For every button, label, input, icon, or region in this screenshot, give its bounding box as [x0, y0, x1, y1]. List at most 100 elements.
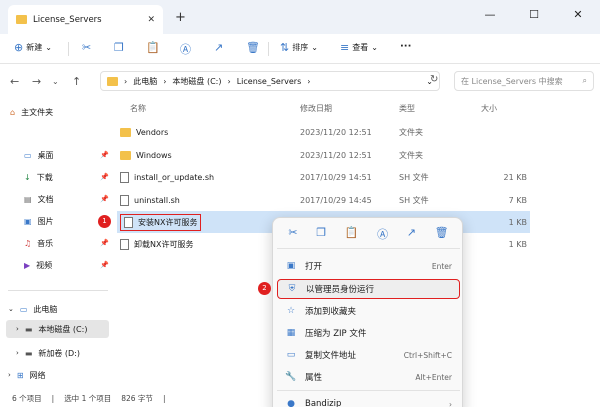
sidebar-item-network[interactable]: › ⊞ 网络	[8, 368, 46, 382]
breadcrumb-drive-c[interactable]: 本地磁盘 (C:)	[172, 76, 221, 87]
sidebar-item-downloads[interactable]: ↓ 下载 📌	[24, 170, 109, 184]
status-selected: 选中 1 个项目	[64, 394, 112, 403]
sidebar-item-music[interactable]: ♫ 音乐 📌	[24, 236, 109, 250]
back-arrow-icon[interactable]: ←	[10, 75, 19, 88]
folder-icon	[120, 150, 131, 160]
rename-icon[interactable]: Ⓐ	[377, 226, 388, 242]
script-file-icon	[124, 216, 133, 228]
pin-icon[interactable]: 📌	[100, 195, 109, 203]
breadcrumb-license-servers[interactable]: License_Servers	[237, 77, 302, 86]
chevron-right-icon[interactable]: ›	[16, 349, 19, 357]
minimize-button[interactable]: —	[468, 0, 512, 30]
sidebar-item-label: 本地磁盘 (C:)	[38, 324, 88, 334]
sort-icon: ⇅	[280, 41, 290, 54]
menu-item-label: 打开	[305, 262, 323, 272]
file-size: 21 KB	[503, 172, 527, 182]
copy-icon[interactable]: ❐	[114, 41, 124, 54]
column-header-name[interactable]: 名称	[130, 103, 146, 114]
share-icon[interactable]: ↗	[407, 226, 416, 242]
sidebar-item-documents[interactable]: ▤ 文档 📌	[24, 192, 109, 206]
pin-icon[interactable]: 📌	[100, 173, 109, 181]
chevron-right-icon: ›	[227, 76, 231, 86]
view-button[interactable]: ≡ 查看 ⌄	[340, 41, 378, 54]
status-item-count: 6 个项目	[12, 394, 42, 403]
sidebar-item-drive-d[interactable]: › ▬ 新加卷 (D:)	[16, 346, 80, 360]
menu-item-label: 添加到收藏夹	[305, 307, 357, 317]
menu-item-shortcut: Enter	[431, 261, 452, 271]
column-header-date[interactable]: 修改日期	[300, 103, 332, 114]
cut-icon[interactable]: ✂	[288, 226, 297, 242]
file-row-uninstall[interactable]: uninstall.sh 2017/10/29 14:45 SH 文件 7 KB	[117, 189, 530, 211]
file-row-install[interactable]: install_or_update.sh 2017/10/29 14:51 SH…	[117, 166, 530, 188]
sidebar-item-label: 新加卷 (D:)	[38, 348, 81, 358]
pin-icon[interactable]: 📌	[100, 151, 109, 159]
sidebar-item-label: 视频	[36, 260, 53, 270]
delete-icon[interactable]: 🗑	[246, 41, 260, 54]
close-button[interactable]: ✕	[556, 0, 600, 30]
sidebar-item-desktop[interactable]: ▭ 桌面 📌	[24, 148, 109, 162]
new-tab-button[interactable]: +	[175, 10, 186, 25]
cut-icon[interactable]: ✂	[82, 41, 91, 54]
copy-icon[interactable]: ❐	[316, 226, 326, 242]
menu-item-zip[interactable]: ▦ 压缩为 ZIP 文件	[277, 323, 460, 343]
divider	[68, 42, 69, 56]
file-row-windows[interactable]: Windows 2023/11/20 12:51 文件夹	[117, 144, 530, 166]
search-icon: ⌕	[582, 76, 587, 85]
sidebar-item-home[interactable]: ⌂ 主文件夹	[10, 105, 53, 119]
chevron-down-icon[interactable]: ⌄	[8, 305, 14, 313]
view-icon: ≡	[340, 41, 350, 54]
status-size: 826 字节	[121, 394, 153, 403]
home-icon: ⌂	[10, 107, 16, 117]
breadcrumb-this-pc[interactable]: 此电脑	[133, 76, 157, 87]
pin-icon[interactable]: 📌	[100, 261, 109, 269]
sidebar-item-label: 此电脑	[33, 304, 58, 314]
file-type: SH 文件	[399, 195, 429, 205]
file-size: 7 KB	[508, 195, 527, 205]
sidebar-item-label: 音乐	[37, 238, 54, 248]
column-header-type[interactable]: 类型	[399, 103, 415, 114]
file-type: 文件夹	[399, 150, 423, 160]
chevron-right-icon: ›	[124, 76, 128, 86]
menu-item-copy-path[interactable]: ▭ 复制文件地址 Ctrl+Shift+C	[277, 345, 460, 365]
column-header-size[interactable]: 大小	[481, 103, 497, 114]
file-name: Windows	[136, 150, 172, 160]
up-arrow-icon[interactable]: ↑	[72, 75, 81, 88]
menu-item-run-as-admin[interactable]: ⛨ 以管理员身份运行	[277, 279, 460, 299]
forward-arrow-icon[interactable]: →	[32, 75, 41, 88]
sidebar-item-this-pc[interactable]: ⌄ ▭ 此电脑	[8, 302, 57, 316]
computer-icon: ▭	[19, 304, 28, 314]
pin-icon[interactable]: 📌	[100, 239, 109, 247]
share-icon[interactable]: ↗	[214, 41, 223, 54]
maximize-button[interactable]: ☐	[512, 0, 556, 30]
menu-item-open[interactable]: ▣ 打开 Enter	[277, 256, 460, 276]
paste-icon[interactable]: 📋	[345, 226, 359, 242]
new-button[interactable]: ⊕ 新建 ⌄	[14, 41, 52, 54]
more-options-button[interactable]: ···	[400, 41, 411, 52]
refresh-icon[interactable]: ↻	[430, 74, 438, 85]
sidebar-item-pictures[interactable]: ▣ 图片 📌	[24, 214, 109, 228]
step-badge-1: 1	[98, 215, 111, 228]
zip-icon: ▦	[286, 328, 296, 338]
menu-item-add-favorite[interactable]: ☆ 添加到收藏夹	[277, 301, 460, 321]
sidebar-item-label: 图片	[37, 216, 54, 226]
chevron-right-icon[interactable]: ›	[8, 371, 11, 379]
star-icon: ☆	[286, 306, 296, 316]
tab-close-icon[interactable]: ✕	[147, 15, 155, 25]
picture-icon: ▣	[24, 216, 32, 226]
menu-item-properties[interactable]: 🔧 属性 Alt+Enter	[277, 367, 460, 387]
sort-button[interactable]: ⇅ 排序 ⌄	[280, 41, 318, 54]
delete-icon[interactable]: 🗑	[435, 226, 449, 242]
sidebar-item-videos[interactable]: ▶ 视频 📌	[24, 258, 109, 272]
status-bar: 6 个项目 | 选中 1 个项目 826 字节 |	[0, 390, 600, 407]
sidebar-item-drive-c[interactable]: › ▬ 本地磁盘 (C:)	[16, 322, 87, 336]
chevron-right-icon[interactable]: ›	[16, 325, 19, 333]
paste-icon[interactable]: 📋	[146, 41, 160, 54]
file-row-vendors[interactable]: Vendors 2023/11/20 12:51 文件夹	[117, 121, 530, 143]
search-box[interactable]: 在 License_Servers 中搜索 ⌕	[454, 71, 594, 91]
address-bar[interactable]: › 此电脑 › 本地磁盘 (C:) › License_Servers › ⌄	[100, 71, 440, 91]
menu-item-label: 以管理员身份运行	[306, 285, 375, 295]
history-chevron-icon[interactable]: ⌄	[52, 77, 59, 86]
rename-icon[interactable]: Ⓐ	[180, 41, 191, 57]
tab-license-servers[interactable]: License_Servers ✕	[8, 5, 163, 34]
folder-icon	[120, 127, 131, 137]
